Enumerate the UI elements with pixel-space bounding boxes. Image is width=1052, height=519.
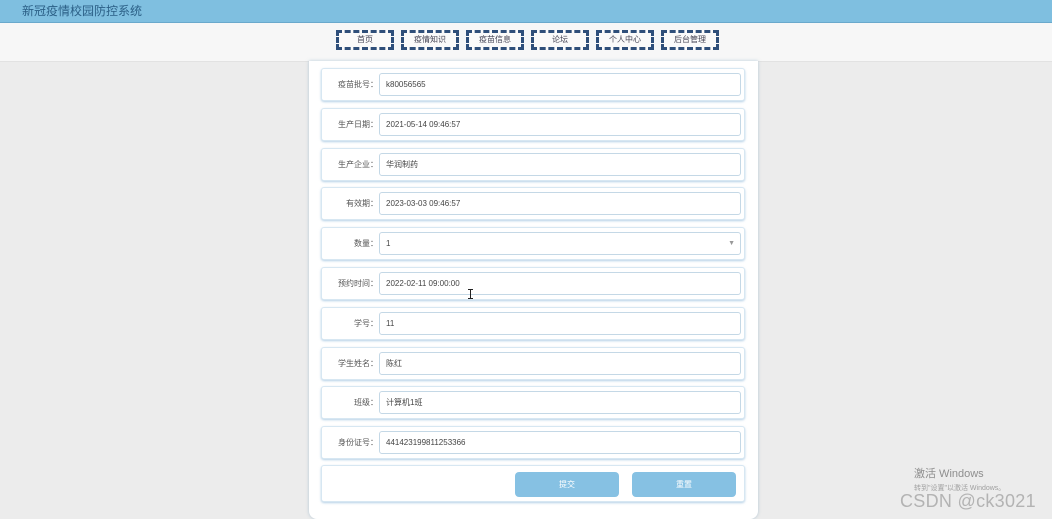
- form-row-quantity: 数量： 1 ▼: [321, 227, 745, 260]
- field-label: 学生姓名：: [338, 359, 378, 368]
- field-label: 身份证号：: [338, 438, 378, 447]
- form-row-expiry: 有效期： 2023-03-03 09:46:57: [321, 187, 745, 220]
- field-label: 疫苗批号：: [338, 80, 378, 89]
- windows-activation-title: 激活 Windows: [914, 468, 984, 480]
- field-label: 数量：: [354, 239, 378, 248]
- quantity-select[interactable]: 1 ▼: [379, 232, 741, 255]
- nav-item-personal-center[interactable]: 个人中心: [596, 30, 654, 50]
- id-number-field[interactable]: 441423199811253366: [379, 431, 741, 454]
- nav-item-home[interactable]: 首页: [336, 30, 394, 50]
- main-nav: 首页 疫情知识 疫苗信息 论坛 个人中心 后台管理: [336, 30, 719, 50]
- form-actions: 提交 重置: [321, 465, 745, 502]
- form-row-class: 班级： 计算机1班: [321, 386, 745, 419]
- field-label: 生产日期：: [338, 120, 378, 129]
- reset-button[interactable]: 重置: [632, 472, 736, 497]
- field-label: 学号：: [354, 319, 378, 328]
- form-row-id-number: 身份证号： 441423199811253366: [321, 426, 745, 459]
- appointment-time-value: 2022-02-11 09:00:00: [386, 279, 460, 288]
- csdn-watermark: CSDN @ck3021: [900, 491, 1036, 511]
- nav-item-vaccine-info[interactable]: 疫苗信息: [466, 30, 524, 50]
- field-label: 预约时间：: [338, 279, 378, 288]
- expiry-date-field[interactable]: 2023-03-03 09:46:57: [379, 192, 741, 215]
- form-row-student-name: 学生姓名： 陈红: [321, 347, 745, 380]
- form-row-manufacturer: 生产企业： 华润制药: [321, 148, 745, 181]
- manufacturer-field[interactable]: 华润制药: [379, 153, 741, 176]
- nav-item-epidemic-knowledge[interactable]: 疫情知识: [401, 30, 459, 50]
- student-name-field[interactable]: 陈红: [379, 352, 741, 375]
- form-row-student-id: 学号： 11: [321, 307, 745, 340]
- form-row-appointment-time: 预约时间： 2022-02-11 09:00:00: [321, 267, 745, 300]
- class-field[interactable]: 计算机1班: [379, 391, 741, 414]
- production-date-field[interactable]: 2021-05-14 09:46:57: [379, 113, 741, 136]
- vaccine-batch-field[interactable]: k80056565: [379, 73, 741, 96]
- nav-item-admin[interactable]: 后台管理: [661, 30, 719, 50]
- form-row-production-date: 生产日期： 2021-05-14 09:46:57: [321, 108, 745, 141]
- field-label: 生产企业：: [338, 160, 378, 169]
- form-row-vaccine-batch: 疫苗批号： k80056565: [321, 68, 745, 101]
- field-label: 班级：: [354, 398, 378, 407]
- nav-item-forum[interactable]: 论坛: [531, 30, 589, 50]
- form-panel: 疫苗批号： k80056565 生产日期： 2021-05-14 09:46:5…: [309, 61, 758, 519]
- app-title: 新冠疫情校园防控系统: [22, 4, 143, 18]
- top-bar: 新冠疫情校园防控系统: [0, 0, 1052, 23]
- field-label: 有效期：: [346, 199, 378, 208]
- quantity-value: 1: [386, 239, 391, 248]
- chevron-down-icon: ▼: [728, 240, 735, 247]
- student-id-field[interactable]: 11: [379, 312, 741, 335]
- submit-button[interactable]: 提交: [515, 472, 619, 497]
- text-cursor-icon: [468, 289, 473, 299]
- appointment-time-field[interactable]: 2022-02-11 09:00:00: [379, 272, 741, 299]
